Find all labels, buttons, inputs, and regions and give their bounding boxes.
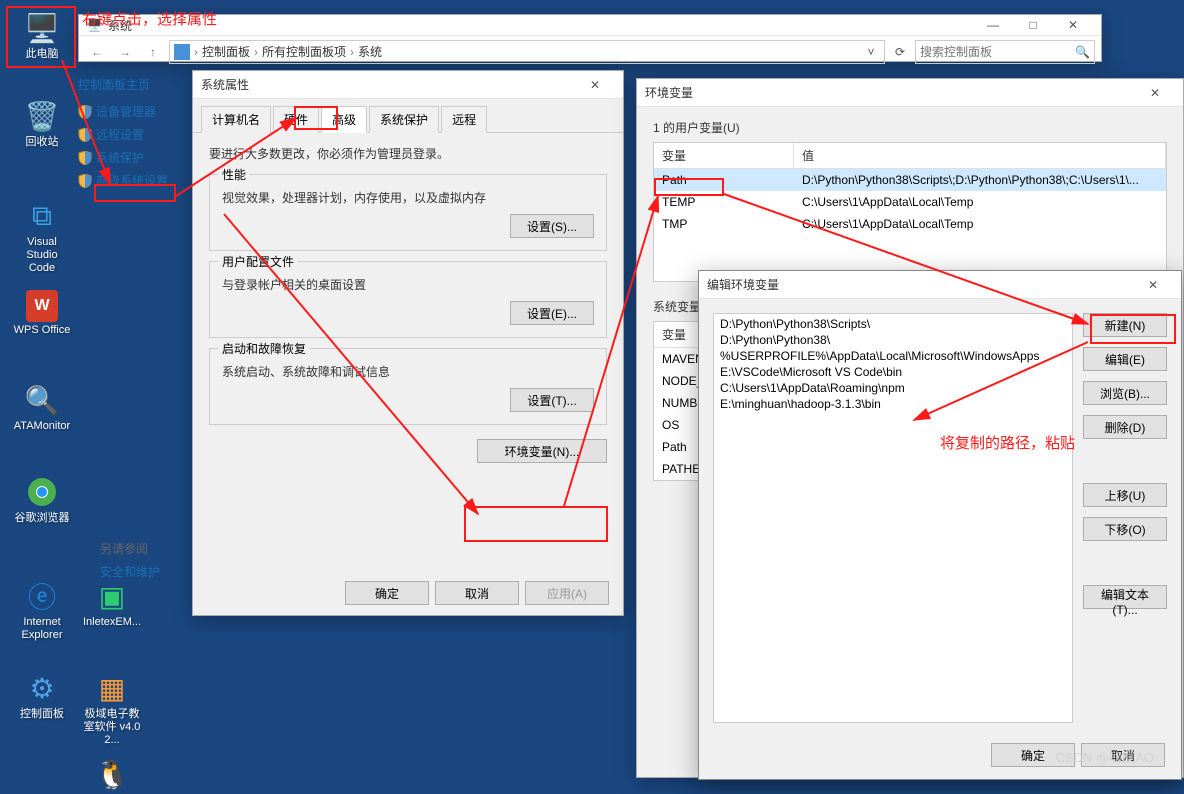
close-button[interactable]: ✕	[1135, 80, 1175, 106]
performance-group: 性能 视觉效果，处理器计划，内存使用，以及虚拟内存 设置(S)...	[209, 174, 607, 251]
wps-icon: W	[26, 290, 58, 322]
desktop-icon-wps[interactable]: W WPS Office	[12, 290, 72, 337]
sidebar-item-advanced[interactable]: 高级系统设置	[78, 172, 188, 189]
new-button[interactable]: 新建(N)	[1083, 313, 1167, 337]
desktop-icon-this-pc[interactable]: 🖥️ 此电脑	[12, 10, 72, 61]
window-icon: 🖥️	[87, 18, 102, 32]
chrome-icon	[24, 474, 60, 510]
cp-icon: ⚙	[24, 670, 60, 706]
env-variables-button[interactable]: 环境变量(N)...	[477, 439, 607, 463]
tab-hardware[interactable]: 硬件	[273, 106, 319, 133]
shield-icon	[78, 128, 92, 142]
list-item[interactable]: %USERPROFILE%\AppData\Local\Microsoft\Wi…	[714, 348, 1072, 364]
list-item[interactable]: D:\Python\Python38\	[714, 332, 1072, 348]
shield-icon	[78, 174, 92, 188]
desktop-icon-chrome[interactable]: 谷歌浏览器	[12, 474, 72, 525]
apply-button[interactable]: 应用(A)	[525, 581, 609, 605]
up-button[interactable]: ↑	[141, 40, 165, 64]
move-down-button[interactable]: 下移(O)	[1083, 517, 1167, 541]
search-icon[interactable]: 🔍	[1075, 45, 1090, 59]
ata-icon: 🔍	[24, 382, 60, 418]
close-button[interactable]: ✕	[1133, 272, 1173, 298]
profile-settings-button[interactable]: 设置(E)...	[510, 301, 594, 325]
list-item[interactable]: C:\Users\1\AppData\Roaming\npm	[714, 380, 1072, 396]
see-also-link[interactable]: 安全和维护	[100, 563, 160, 580]
qq-icon: 🐧	[94, 756, 130, 792]
search-field[interactable]	[920, 45, 1075, 59]
startup-group: 启动和故障恢复 系统启动、系统故障和调试信息 设置(T)...	[209, 348, 607, 425]
desktop-icon-vscode[interactable]: ⧉ Visual Studio Code	[12, 198, 72, 275]
profile-group: 用户配置文件 与登录帐户相关的桌面设置 设置(E)...	[209, 261, 607, 338]
sidebar-item-device-manager[interactable]: 设备管理器	[78, 103, 188, 120]
edit-text-button[interactable]: 编辑文本(T)...	[1083, 585, 1167, 609]
perf-settings-button[interactable]: 设置(S)...	[510, 214, 594, 238]
move-up-button[interactable]: 上移(U)	[1083, 483, 1167, 507]
sidebar-item-protection[interactable]: 系统保护	[78, 149, 188, 166]
control-panel-window: 🖥️ 系统 — □ ✕ ← → ↑ › 控制面板 › 所有控制面板项 › 系统 …	[78, 14, 1102, 62]
desktop-icon-inletex[interactable]: ▣ InletexEM...	[82, 578, 142, 629]
maximize-button[interactable]: □	[1013, 12, 1053, 38]
ok-button[interactable]: 确定	[345, 581, 429, 605]
shield-icon	[78, 151, 92, 165]
desktop-icon-qq[interactable]: 🐧	[82, 756, 142, 794]
cancel-button[interactable]: 取消	[435, 581, 519, 605]
delete-button[interactable]: 删除(D)	[1083, 415, 1167, 439]
tab-computer-name[interactable]: 计算机名	[201, 106, 271, 133]
sidebar-title: 控制面板主页	[78, 76, 188, 93]
edit-env-dialog: 编辑环境变量 ✕ D:\Python\Python38\Scripts\ D:\…	[698, 270, 1182, 780]
chevron-down-icon[interactable]: ˅	[862, 45, 880, 59]
pc-icon	[174, 44, 190, 60]
desktop-icon-ata[interactable]: 🔍 ATAMonitor	[12, 382, 72, 433]
list-item[interactable]: D:\Python\Python38\Scripts\	[714, 316, 1072, 332]
pc-icon: 🖥️	[24, 10, 60, 46]
table-row[interactable]: PathD:\Python\Python38\Scripts\;D:\Pytho…	[654, 169, 1166, 191]
dialog-title: 系统属性	[201, 76, 575, 93]
table-row[interactable]: TMPC:\Users\1\AppData\Local\Temp	[654, 213, 1166, 235]
jiyu-icon: ▦	[94, 670, 130, 706]
back-button[interactable]: ←	[85, 40, 109, 64]
list-item[interactable]: E:\minghuan\hadoop-3.1.3\bin	[714, 396, 1072, 412]
vscode-icon: ⧉	[24, 198, 60, 234]
list-item[interactable]: E:\VSCode\Microsoft VS Code\bin	[714, 364, 1072, 380]
desktop-icon-jiyu[interactable]: ▦ 极域电子教室软件 v4.0 2...	[82, 670, 142, 747]
search-input[interactable]: 🔍	[915, 40, 1095, 64]
dialog-title: 编辑环境变量	[707, 276, 1133, 293]
startup-settings-button[interactable]: 设置(T)...	[510, 388, 594, 412]
sidebar: 控制面板主页 设备管理器 远程设置 系统保护 高级系统设置	[78, 76, 188, 195]
desktop-icon-recycle[interactable]: 🗑️ 回收站	[12, 98, 72, 149]
tab-advanced[interactable]: 高级	[321, 106, 367, 133]
desktop-icon-cp[interactable]: ⚙ 控制面板	[12, 670, 72, 721]
intro-text: 要进行大多数更改，你必须作为管理员登录。	[209, 145, 607, 162]
path-list[interactable]: D:\Python\Python38\Scripts\ D:\Python\Py…	[713, 313, 1073, 723]
refresh-button[interactable]: ⟳	[889, 45, 911, 59]
edit-button[interactable]: 编辑(E)	[1083, 347, 1167, 371]
tab-protection[interactable]: 系统保护	[369, 106, 439, 133]
minimize-button[interactable]: —	[973, 12, 1013, 38]
browse-button[interactable]: 浏览(B)...	[1083, 381, 1167, 405]
window-title: 系统	[108, 17, 973, 34]
dialog-title: 环境变量	[645, 84, 1135, 101]
user-vars-label: 1 的用户变量(U)	[653, 119, 1167, 136]
desktop-label: 此电脑	[12, 48, 72, 61]
sidebar-item-remote[interactable]: 远程设置	[78, 126, 188, 143]
table-row[interactable]: TEMPC:\Users\1\AppData\Local\Temp	[654, 191, 1166, 213]
tabs: 计算机名 硬件 高级 系统保护 远程	[193, 99, 623, 133]
inletex-icon: ▣	[94, 578, 130, 614]
user-vars-table[interactable]: 变量 值 PathD:\Python\Python38\Scripts\;D:\…	[653, 142, 1167, 282]
watermark: CSDN @嗨翻AO	[1056, 747, 1154, 766]
recycle-icon: 🗑️	[24, 98, 60, 134]
system-properties-dialog: 系统属性 ✕ 计算机名 硬件 高级 系统保护 远程 要进行大多数更改，你必须作为…	[192, 70, 624, 616]
forward-button[interactable]: →	[113, 40, 137, 64]
desktop-icon-ie[interactable]: ⓔ Internet Explorer	[12, 578, 72, 642]
see-also: 另请参阅 安全和维护	[100, 540, 160, 580]
close-button[interactable]: ✕	[1053, 12, 1093, 38]
shield-icon	[78, 105, 92, 119]
tab-remote[interactable]: 远程	[441, 106, 487, 133]
ie-icon: ⓔ	[24, 578, 60, 614]
close-button[interactable]: ✕	[575, 72, 615, 98]
breadcrumb[interactable]: › 控制面板 › 所有控制面板项 › 系统 ˅	[169, 40, 885, 64]
